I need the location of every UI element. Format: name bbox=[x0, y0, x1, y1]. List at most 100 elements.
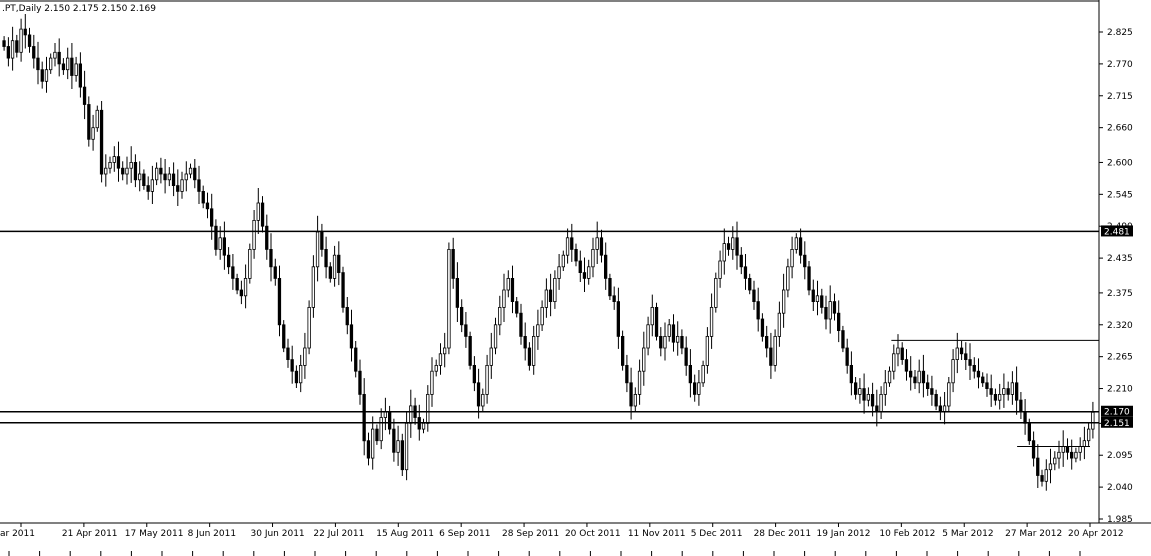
y-tick-label: 2.545 bbox=[1107, 190, 1133, 200]
candle-body bbox=[502, 289, 506, 308]
candle-body bbox=[99, 109, 104, 175]
candle-body bbox=[379, 417, 383, 442]
price-tag-label: 2.151 bbox=[1104, 419, 1130, 429]
candle-body bbox=[1061, 446, 1065, 453]
candle-body bbox=[375, 428, 379, 442]
candle-body bbox=[739, 254, 743, 268]
candle-body bbox=[506, 277, 510, 291]
candle-body bbox=[286, 347, 290, 361]
candle-body bbox=[743, 266, 748, 279]
candle-body bbox=[180, 179, 184, 192]
candle-body bbox=[904, 359, 909, 372]
candle-body bbox=[260, 202, 265, 227]
candle-body bbox=[947, 382, 951, 407]
candle-body bbox=[370, 428, 375, 459]
candle-body bbox=[684, 347, 688, 366]
candle-body bbox=[989, 388, 993, 395]
x-tick-label: 17 May 2011 bbox=[125, 529, 184, 539]
candle-body bbox=[311, 266, 316, 308]
x-tick-label: 28 Sep 2011 bbox=[502, 529, 559, 539]
candle-body bbox=[557, 266, 561, 279]
chart-background bbox=[0, 0, 1151, 556]
x-tick-label: 30 Jun 2011 bbox=[251, 529, 305, 539]
candle-body bbox=[773, 335, 777, 366]
candle-body bbox=[455, 277, 460, 308]
candle-body bbox=[1036, 457, 1040, 476]
candle-body bbox=[472, 364, 477, 384]
candle-body bbox=[15, 40, 19, 53]
candle-body bbox=[718, 260, 722, 279]
candle-body bbox=[337, 254, 341, 273]
candle-body bbox=[760, 318, 765, 337]
candle-body bbox=[396, 440, 400, 453]
candle-body bbox=[226, 254, 231, 268]
candle-body bbox=[883, 382, 887, 395]
candle-body bbox=[515, 301, 519, 314]
candle-body bbox=[709, 306, 714, 337]
candle-body bbox=[421, 422, 426, 430]
candle-body bbox=[879, 393, 883, 413]
candle-body bbox=[1070, 451, 1074, 459]
candle-body bbox=[676, 335, 680, 343]
candle-body bbox=[1057, 451, 1061, 459]
candle-body bbox=[320, 231, 324, 250]
candle-body bbox=[400, 440, 405, 471]
candle-body bbox=[205, 202, 210, 210]
candle-body bbox=[735, 237, 739, 256]
x-tick-label: 21 Apr 2011 bbox=[62, 529, 118, 539]
candle-body bbox=[570, 237, 574, 250]
candle-body bbox=[1002, 388, 1006, 395]
candle-body bbox=[659, 335, 663, 349]
candle-body bbox=[218, 237, 222, 250]
candle-body bbox=[671, 324, 676, 343]
candle-body bbox=[604, 254, 608, 279]
candle-body bbox=[442, 347, 447, 355]
candle-body bbox=[57, 51, 61, 65]
candle-body bbox=[769, 347, 773, 366]
candle-body bbox=[993, 393, 998, 401]
candle-body bbox=[53, 51, 57, 59]
candle-body bbox=[794, 237, 798, 250]
candle-body bbox=[887, 370, 892, 384]
candle-body bbox=[108, 161, 112, 169]
candle-body bbox=[650, 306, 654, 326]
candle-body bbox=[701, 364, 705, 384]
candle-body bbox=[578, 260, 582, 274]
price-tag-label: 2.481 bbox=[1104, 227, 1130, 237]
candle-body bbox=[909, 370, 913, 378]
x-tick-label: 19 Jan 2012 bbox=[816, 529, 870, 539]
candle-body bbox=[383, 411, 388, 418]
candle-body bbox=[358, 370, 362, 395]
candle-body bbox=[633, 393, 637, 407]
candle-body bbox=[938, 405, 942, 413]
candle-body bbox=[532, 335, 536, 366]
candle-body bbox=[489, 347, 493, 366]
x-tick-label: 20 Apr 2012 bbox=[1068, 529, 1124, 539]
price-tag-label: 2.170 bbox=[1104, 408, 1130, 418]
candle-body bbox=[150, 179, 155, 192]
candle-body bbox=[222, 237, 227, 256]
candle-body bbox=[193, 167, 197, 181]
candle-body bbox=[235, 277, 239, 291]
candle-body bbox=[820, 295, 824, 308]
candle-body bbox=[926, 382, 930, 389]
x-tick-label: 11 Nov 2011 bbox=[628, 529, 686, 539]
candle-body bbox=[693, 382, 697, 395]
candle-body bbox=[540, 306, 544, 326]
y-tick-label: 2.435 bbox=[1107, 254, 1133, 264]
y-tick-label: 2.375 bbox=[1107, 289, 1133, 299]
candle-body bbox=[1087, 428, 1091, 442]
candle-body bbox=[345, 306, 349, 326]
candlestick-chart[interactable]: 2.8252.7702.7152.6602.6002.5452.4902.435… bbox=[0, 0, 1151, 556]
candle-body bbox=[862, 388, 866, 401]
chart-container[interactable]: 2.8252.7702.7152.6602.6002.5452.4902.435… bbox=[0, 0, 1151, 556]
candle-body bbox=[354, 347, 358, 372]
candle-body bbox=[481, 393, 485, 407]
candle-body bbox=[137, 173, 142, 181]
candle-body bbox=[273, 266, 277, 279]
candle-body bbox=[252, 219, 256, 250]
candle-body bbox=[231, 266, 235, 279]
candle-body bbox=[171, 173, 176, 187]
candle-body bbox=[121, 167, 125, 175]
candle-body bbox=[176, 185, 180, 192]
